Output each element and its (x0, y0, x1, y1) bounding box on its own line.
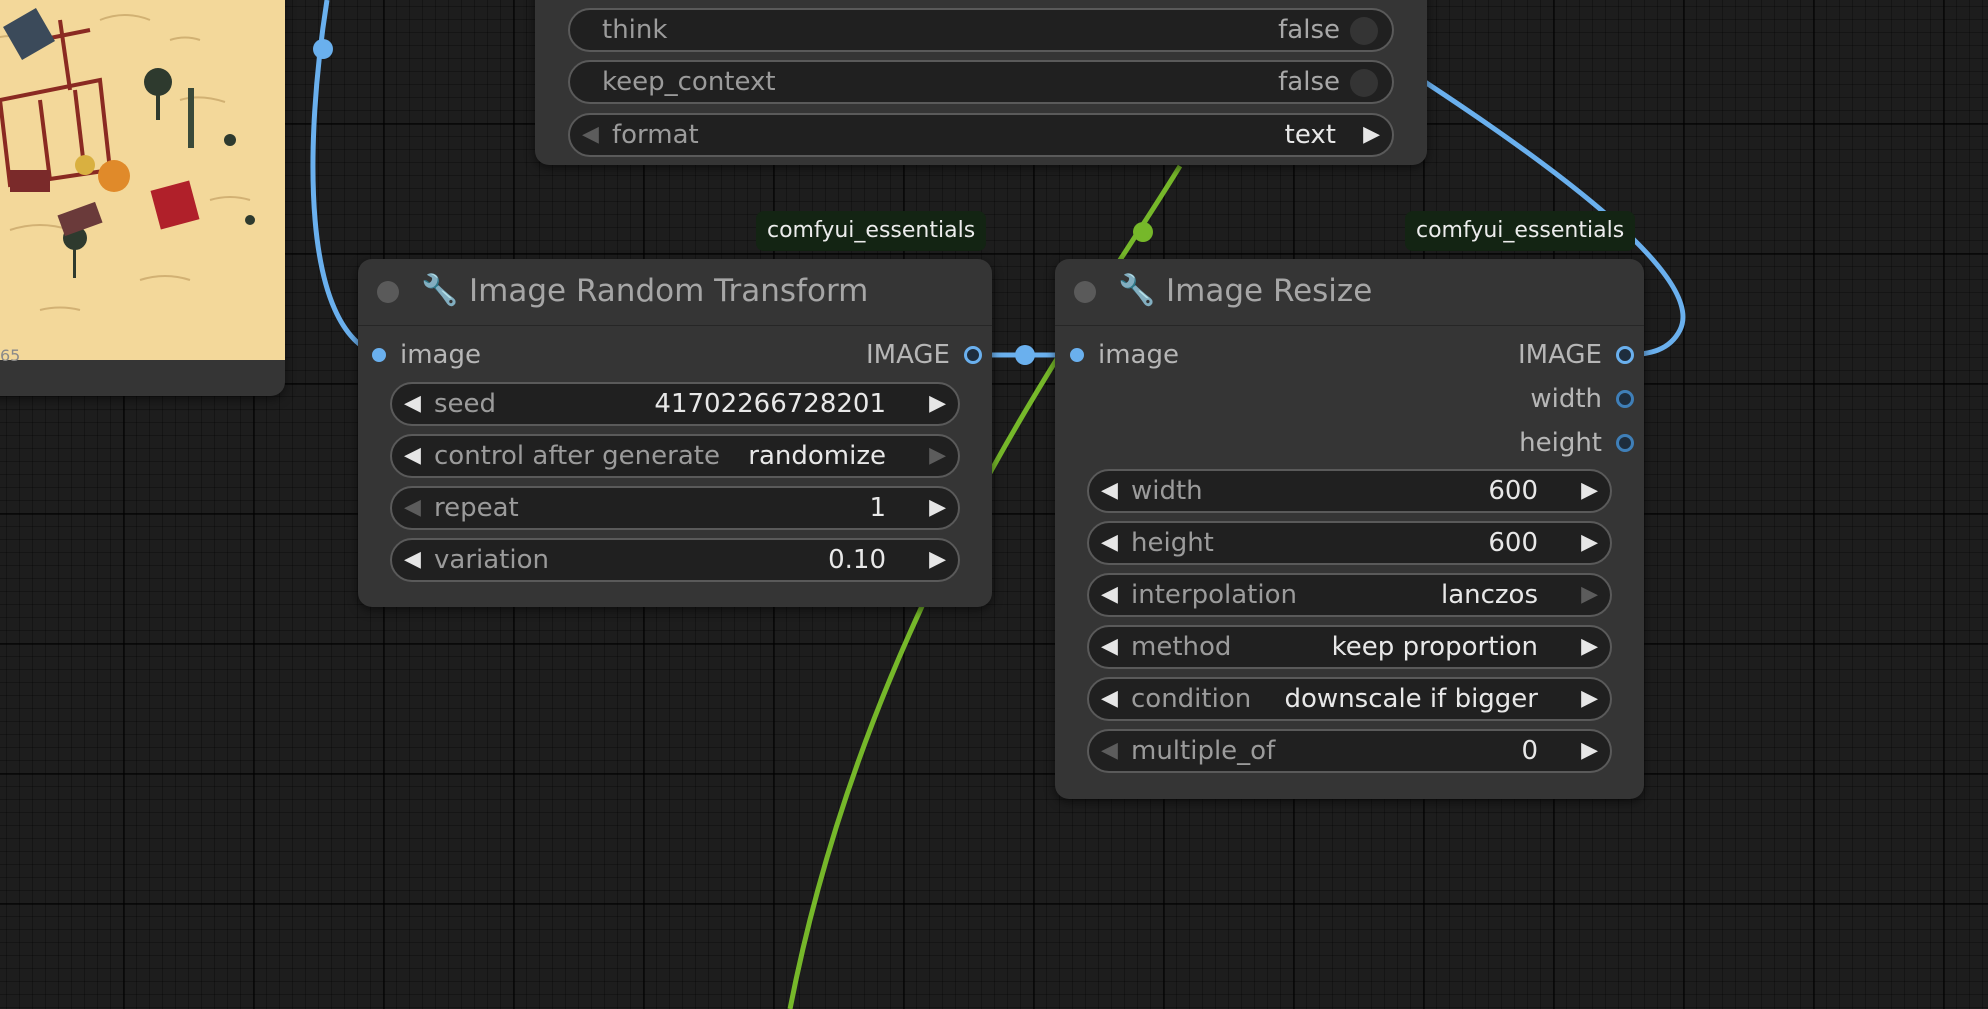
image-link-left-midpoint (313, 39, 333, 59)
widget-label: width (1131, 476, 1203, 506)
interpolation-widget[interactable]: ◀ interpolation lanczos ▶ (1087, 573, 1612, 617)
widget-value: 0 (1521, 736, 1538, 766)
arrow-right-icon[interactable]: ▶ (1581, 731, 1598, 771)
image-resize-node[interactable]: 🔧 Image Resize image IMAGE width height … (1055, 259, 1644, 799)
widget-label: multiple_of (1131, 736, 1276, 766)
node-title: Image Random Transform (469, 273, 869, 309)
preview-caption: 65 (0, 346, 21, 365)
arrow-left-icon[interactable]: ◀ (404, 488, 421, 528)
output-label: IMAGE (865, 340, 950, 370)
arrow-left-icon[interactable]: ◀ (582, 115, 599, 155)
widget-value: 41702266728201 (654, 389, 886, 419)
widget-value: 600 (1488, 476, 1538, 506)
widget-value: downscale if bigger (1284, 684, 1538, 714)
widget-label: keep_context (602, 67, 776, 97)
widget-label: seed (434, 389, 497, 419)
output-port-height[interactable] (1616, 434, 1634, 452)
input-port-image[interactable] (372, 348, 386, 362)
repeat-widget[interactable]: ◀ repeat 1 ▶ (390, 486, 960, 530)
variation-widget[interactable]: ◀ variation 0.10 ▶ (390, 538, 960, 582)
widget-label: condition (1131, 684, 1252, 714)
arrow-left-icon[interactable]: ◀ (404, 540, 421, 580)
arrow-left-icon[interactable]: ◀ (1101, 731, 1118, 771)
arrow-left-icon[interactable]: ◀ (1101, 679, 1118, 719)
output-label-width: width (1530, 384, 1602, 414)
arrow-left-icon[interactable]: ◀ (404, 384, 421, 424)
arrow-right-icon[interactable]: ▶ (929, 488, 946, 528)
think-toggle[interactable]: think false (568, 8, 1394, 52)
seed-widget[interactable]: ◀ seed 41702266728201 ▶ (390, 382, 960, 426)
condition-widget[interactable]: ◀ condition downscale if bigger ▶ (1087, 677, 1612, 721)
format-combo[interactable]: ◀ format text ▶ (568, 113, 1394, 157)
arrow-left-icon[interactable]: ◀ (1101, 523, 1118, 563)
arrow-right-icon[interactable]: ▶ (1363, 115, 1380, 155)
widget-label: think (602, 15, 668, 45)
node-title-bar[interactable]: 🔧 Image Random Transform (358, 259, 992, 326)
widget-value: 0.10 (828, 545, 886, 575)
arrow-left-icon[interactable]: ◀ (404, 436, 421, 476)
arrow-right-icon[interactable]: ▶ (929, 540, 946, 580)
arrow-right-icon[interactable]: ▶ (1581, 679, 1598, 719)
widget-value: lanczos (1440, 580, 1538, 610)
image-link-middle-midpoint (1015, 345, 1035, 365)
widget-label: interpolation (1131, 580, 1297, 610)
widget-value: false (1278, 67, 1340, 97)
widget-value: 600 (1488, 528, 1538, 558)
widget-value: randomize (748, 441, 886, 471)
toggle-knob (1350, 69, 1378, 97)
node-title-bar[interactable]: 🔧 Image Resize (1055, 259, 1644, 326)
widget-value: keep proportion (1331, 632, 1538, 662)
output-port-image[interactable] (1616, 346, 1634, 364)
output-label-image: IMAGE (1517, 340, 1602, 370)
multiple-of-widget[interactable]: ◀ multiple_of 0 ▶ (1087, 729, 1612, 773)
output-port-image[interactable] (964, 346, 982, 364)
preview-image (0, 0, 285, 360)
widget-label: method (1131, 632, 1232, 662)
arrow-right-icon[interactable]: ▶ (1581, 471, 1598, 511)
widget-value: 1 (869, 493, 886, 523)
method-widget[interactable]: ◀ method keep proportion ▶ (1087, 625, 1612, 669)
widget-label: height (1131, 528, 1214, 558)
widget-value: text (1284, 120, 1336, 150)
node-source-badge: comfyui_essentials (1405, 211, 1636, 251)
keep-context-toggle[interactable]: keep_context false (568, 60, 1394, 104)
widget-label: control after generate (434, 441, 720, 471)
green-link-midpoint (1133, 222, 1153, 242)
node-title: Image Resize (1166, 273, 1373, 309)
collapse-dot[interactable] (1074, 281, 1096, 303)
top-node[interactable]: think false keep_context false ◀ format … (535, 0, 1427, 165)
toggle-knob (1350, 17, 1378, 45)
collapse-dot[interactable] (377, 281, 399, 303)
arrow-right-icon[interactable]: ▶ (1581, 575, 1598, 615)
control-after-generate-widget[interactable]: ◀ control after generate randomize ▶ (390, 434, 960, 478)
input-label: image (400, 340, 481, 370)
widget-label: repeat (434, 493, 519, 523)
widget-label: format (612, 120, 699, 150)
node-source-badge: comfyui_essentials (756, 211, 987, 251)
arrow-left-icon[interactable]: ◀ (1101, 627, 1118, 667)
wrench-icon: 🔧 (421, 273, 459, 308)
output-label-height: height (1519, 428, 1602, 458)
arrow-right-icon[interactable]: ▶ (1581, 523, 1598, 563)
height-widget[interactable]: ◀ height 600 ▶ (1087, 521, 1612, 565)
output-port-width[interactable] (1616, 390, 1634, 408)
widget-label: variation (434, 545, 549, 575)
arrow-right-icon[interactable]: ▶ (1581, 627, 1598, 667)
arrow-right-icon[interactable]: ▶ (929, 436, 946, 476)
widget-value: false (1278, 15, 1340, 45)
width-widget[interactable]: ◀ width 600 ▶ (1087, 469, 1612, 513)
arrow-right-icon[interactable]: ▶ (929, 384, 946, 424)
preview-image-node[interactable]: 65 (0, 0, 285, 396)
image-random-transform-node[interactable]: 🔧 Image Random Transform image IMAGE ◀ s… (358, 259, 992, 607)
input-port-image[interactable] (1070, 348, 1084, 362)
input-label: image (1098, 340, 1179, 370)
wrench-icon: 🔧 (1118, 273, 1156, 308)
arrow-left-icon[interactable]: ◀ (1101, 575, 1118, 615)
arrow-left-icon[interactable]: ◀ (1101, 471, 1118, 511)
